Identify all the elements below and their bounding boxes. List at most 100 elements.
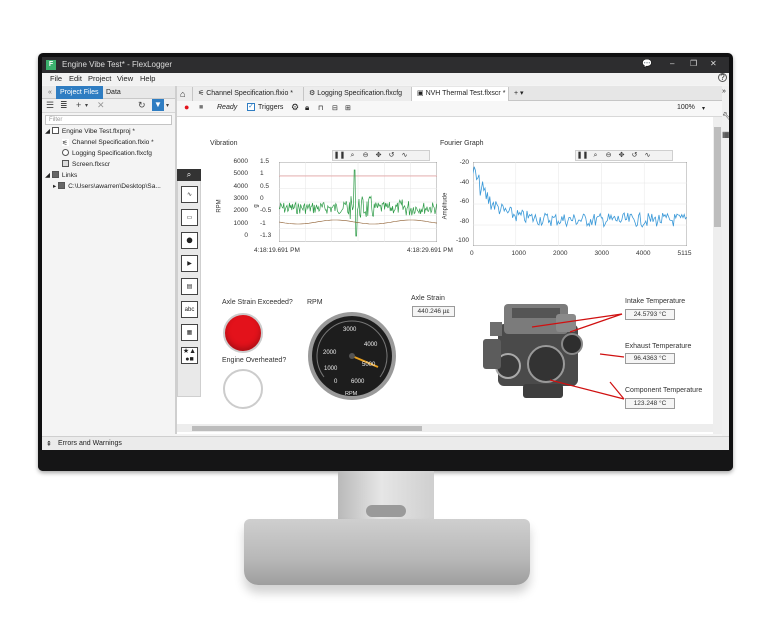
add-icon[interactable]: +: [76, 100, 81, 110]
close-icon[interactable]: ✕: [710, 59, 717, 68]
folder-icon: [58, 182, 66, 189]
undo-icon[interactable]: ↺: [385, 151, 398, 160]
filter-dropdown-icon[interactable]: ▾: [166, 102, 169, 109]
left-panel-toolbar: ☰ ≣ + ▾ ✕ ↻ ▼ ▾: [42, 99, 175, 113]
status-text: Ready: [217, 104, 238, 111]
expand-panel-icon[interactable]: »: [722, 88, 726, 95]
zoom-dropdown-icon[interactable]: ▾: [702, 105, 705, 112]
collapse-panel-icon[interactable]: «: [44, 86, 56, 99]
vibration-left-tick-4: 2000: [233, 207, 248, 215]
vertical-scroll-thumb[interactable]: [714, 127, 721, 227]
grid-icon[interactable]: ▦: [722, 130, 729, 139]
errors-and-warnings-tab[interactable]: Errors and Warnings: [58, 440, 122, 447]
pan-icon[interactable]: ✥: [615, 151, 628, 160]
led-icon[interactable]: ●: [181, 232, 198, 249]
expand-bottom-icon[interactable]: ⇞: [46, 440, 52, 448]
tree-item-link-path[interactable]: ▸ C:\Users\awarren\Desktop\Sa...: [53, 182, 161, 192]
stop-icon[interactable]: ■: [199, 104, 203, 111]
fourier-x-tick-1: 1000: [511, 250, 526, 257]
switch-icon[interactable]: ▭: [181, 209, 198, 226]
vibration-left-tick-5: 1000: [233, 219, 248, 227]
fourier-title: Fourier Graph: [440, 140, 484, 147]
add-dropdown-icon[interactable]: ▾: [85, 102, 88, 109]
menu-view[interactable]: View: [117, 74, 133, 83]
screen: F Engine Vibe Test* - FlexLogger 💬 – ❐ ✕…: [42, 57, 729, 450]
expand-arrow-icon[interactable]: ◢: [45, 172, 52, 179]
tab-nvh-thermal-test[interactable]: ▣ NVH Thermal Test.flxscr *: [412, 87, 509, 101]
search-icon[interactable]: ⌕: [177, 169, 201, 181]
zoom-out-icon[interactable]: ⊖: [359, 151, 372, 160]
wrench-icon[interactable]: 🔧︎: [722, 112, 729, 121]
delete-icon[interactable]: ✕: [97, 100, 105, 111]
filter-icon[interactable]: ▼: [152, 99, 164, 111]
channel-icon: ⚟: [198, 90, 207, 97]
vibration-title: Vibration: [210, 140, 238, 147]
fourier-plot[interactable]: [473, 162, 687, 246]
horizontal-scroll-thumb[interactable]: [192, 426, 422, 431]
autoscale-icon[interactable]: ∿: [398, 151, 411, 160]
expand-arrow-icon[interactable]: ◢: [45, 128, 52, 135]
vibration-right-tick-1: 1: [260, 170, 264, 178]
tree-item-links[interactable]: ◢ Links: [45, 171, 77, 181]
xy-graph-icon[interactable]: ∿: [181, 186, 198, 203]
help-icon[interactable]: ?: [718, 73, 727, 82]
zoom-out-icon[interactable]: ⊖: [602, 151, 615, 160]
list-view-icon[interactable]: ☰: [46, 100, 54, 111]
vibration-time-start: 4:18:19.691 PM: [254, 247, 300, 254]
project-icon: [51, 127, 59, 134]
exhaust-temperature-value: 96.4363 °C: [625, 353, 675, 364]
distribute-icon[interactable]: ⊞: [345, 104, 351, 112]
gear-icon[interactable]: ⚙: [291, 102, 299, 113]
shapes-icon[interactable]: ★▲ ●■: [181, 347, 198, 364]
lock-icon[interactable]: 🔒︎: [305, 103, 309, 113]
pause-icon[interactable]: ❚❚: [333, 151, 346, 160]
tab-data[interactable]: Data: [102, 86, 125, 99]
text-icon[interactable]: abc: [181, 301, 198, 318]
filter-input[interactable]: Filter: [45, 115, 172, 125]
chart-icon[interactable]: ▤: [181, 278, 198, 295]
restore-icon[interactable]: ❐: [690, 59, 697, 68]
intake-temperature-value: 24.5793 °C: [625, 309, 675, 320]
detail-view-icon[interactable]: ≣: [60, 100, 68, 111]
new-tab-button[interactable]: + ▾: [509, 87, 531, 101]
refresh-icon[interactable]: ↻: [138, 100, 146, 111]
zoom-icon[interactable]: ⌕: [346, 151, 359, 160]
component-temperature-value: 123.248 °C: [625, 398, 675, 409]
tree-item-screen[interactable]: Screen.flxscr: [62, 160, 110, 170]
play-button-icon[interactable]: ▶: [181, 255, 198, 272]
feedback-icon[interactable]: 💬: [642, 59, 652, 68]
undo-icon[interactable]: ↺: [628, 151, 641, 160]
gauge-tick-6000: 6000: [351, 379, 365, 385]
vibration-plot[interactable]: [279, 162, 437, 242]
home-icon[interactable]: ⌂: [177, 87, 193, 101]
fourier-y-axis-label: Amplitude: [442, 192, 449, 220]
gauge-tick-1000: 1000: [324, 366, 338, 372]
document-tabs: ⌂ ⚟ Channel Specification.flxio * ⚙ Logg…: [177, 86, 729, 101]
image-icon[interactable]: ▦: [181, 324, 198, 341]
pause-icon[interactable]: ❚❚: [576, 151, 589, 160]
tab-channel-specification[interactable]: ⚟ Channel Specification.flxio *: [193, 87, 304, 101]
menu-edit[interactable]: Edit: [69, 74, 82, 83]
menu-help[interactable]: Help: [140, 74, 155, 83]
axle-strain-exceeded-label: Axle Strain Exceeded?: [222, 299, 293, 306]
menu-file[interactable]: File: [50, 74, 62, 83]
align-icon[interactable]: ⊟: [332, 104, 338, 112]
tree-item-channel-spec[interactable]: ⚟ Channel Specification.flxio *: [62, 138, 154, 148]
project-tree: ◢ Engine Vibe Test.flxproj * ⚟ Channel Sp…: [42, 127, 175, 427]
record-icon[interactable]: ●: [184, 102, 189, 112]
minimize-icon[interactable]: –: [670, 59, 674, 68]
gauge-tick-2000: 2000: [323, 350, 337, 356]
unlock-icon[interactable]: ⊓: [318, 104, 323, 112]
triggers-checkbox[interactable]: ✓: [247, 103, 255, 111]
zoom-icon[interactable]: ⌕: [589, 151, 602, 160]
vibration-right-tick-6: -1.3: [260, 231, 272, 239]
tab-project-files[interactable]: Project Files: [56, 86, 103, 99]
tree-item-logging-spec[interactable]: Logging Specification.flxcfg: [62, 149, 152, 159]
pan-icon[interactable]: ✥: [372, 151, 385, 160]
autoscale-icon[interactable]: ∿: [641, 151, 654, 160]
tab-logging-specification[interactable]: ⚙ Logging Specification.flxcfg: [304, 87, 412, 101]
zoom-level[interactable]: 100%: [677, 104, 695, 111]
menu-project[interactable]: Project: [88, 74, 111, 83]
tree-item-project[interactable]: ◢ Engine Vibe Test.flxproj *: [45, 127, 135, 137]
control-palette: ⌕ ∿ ▭ ● ▶ ▤ abc ▦ ★▲ ●■: [177, 169, 201, 397]
